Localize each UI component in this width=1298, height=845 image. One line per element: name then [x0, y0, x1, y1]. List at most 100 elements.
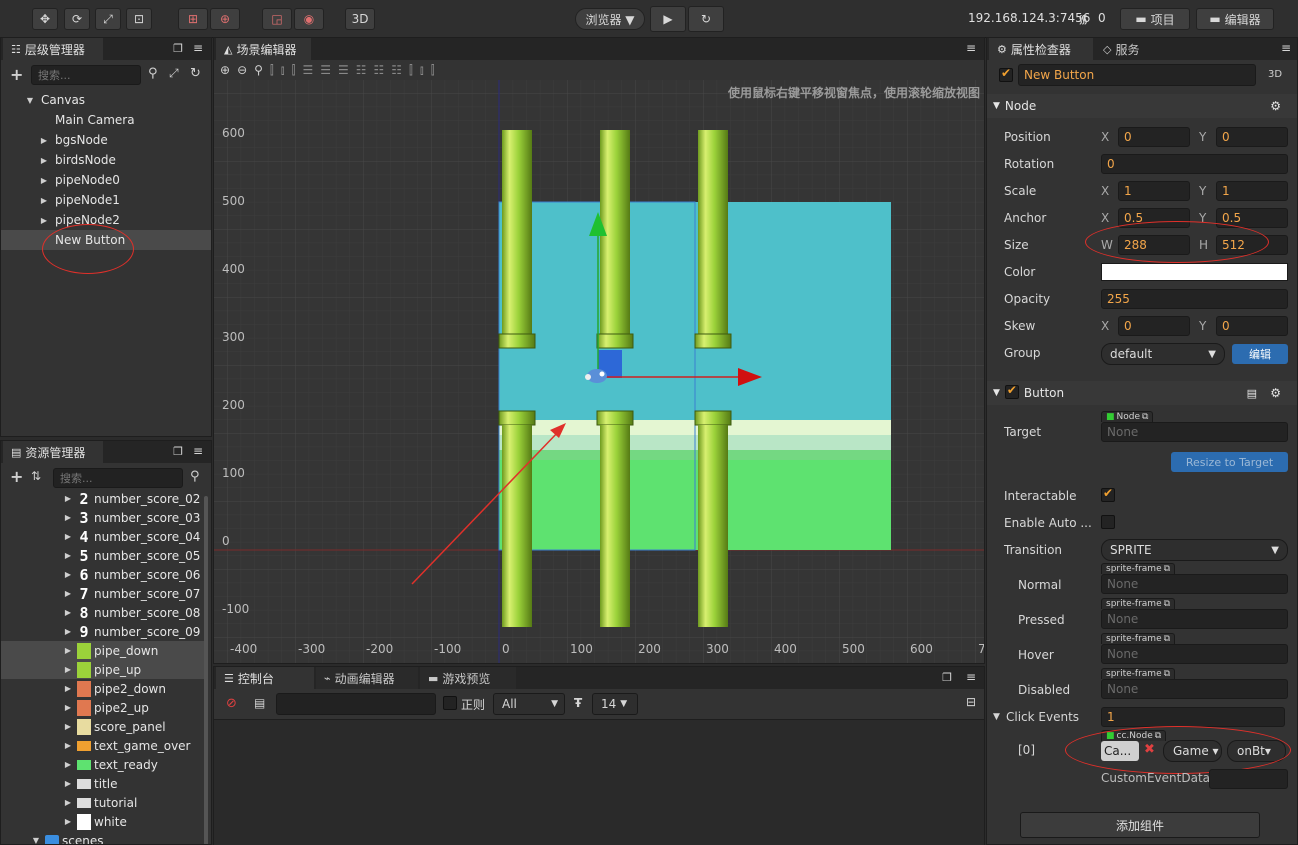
console-filter-input[interactable] — [276, 693, 436, 715]
collapsed-arrow-icon[interactable]: ▶ — [63, 779, 73, 788]
button-enabled-checkbox[interactable] — [1004, 383, 1019, 402]
resize-to-target-button[interactable]: Resize to Target — [1171, 452, 1288, 472]
pivot-button[interactable]: ⊞ — [178, 8, 208, 30]
hierarchy-item[interactable]: Main Camera — [1, 110, 211, 130]
collapsed-arrow-icon[interactable]: ▶ — [63, 665, 73, 674]
button-settings-icon[interactable]: ⚙ — [1270, 386, 1281, 400]
scale-y-input[interactable]: 1 — [1216, 181, 1288, 201]
clear-console-icon[interactable]: ⊘ — [226, 696, 237, 711]
move-tool-button[interactable]: ✥ — [32, 8, 58, 30]
transition-select[interactable]: SPRITE ▼ — [1101, 539, 1288, 561]
asset-item[interactable]: ▶ tutorial — [1, 793, 205, 812]
asset-item[interactable]: ▶ score_panel — [1, 717, 205, 736]
sprite-frame-field[interactable]: None — [1101, 574, 1288, 594]
collapsed-arrow-icon[interactable]: ▶ — [63, 627, 73, 636]
rotate-tool-button[interactable]: ⟳ — [64, 8, 90, 30]
position-y-input[interactable]: 0 — [1216, 127, 1288, 147]
open-project-button[interactable]: ▬ 项目 — [1120, 8, 1190, 30]
open-editor-button[interactable]: ▬ 编辑器 — [1196, 8, 1274, 30]
gizmo-button[interactable]: ◉ — [294, 8, 324, 30]
tab-hierarchy[interactable]: ☷ 层级管理器 — [3, 38, 103, 60]
log-level-select[interactable]: All ▼ — [493, 693, 565, 715]
scene-menu-icon[interactable]: ≡ — [966, 41, 976, 55]
collapsed-arrow-icon[interactable]: ▶ — [39, 176, 49, 185]
collapsed-arrow-icon[interactable]: ▶ — [63, 646, 73, 655]
node-settings-icon[interactable]: ⚙ — [1270, 99, 1281, 113]
tab-assets[interactable]: ▤ 资源管理器 — [3, 441, 103, 463]
regex-checkbox[interactable] — [443, 696, 457, 713]
align-right-icon[interactable]: ⫿ — [292, 63, 296, 78]
rotation-input[interactable]: 0 — [1101, 154, 1288, 174]
collapsed-arrow-icon[interactable]: ▶ — [63, 703, 73, 712]
asset-item[interactable]: ▶ text_game_over — [1, 736, 205, 755]
button-doc-icon[interactable]: ▤ — [1247, 387, 1257, 400]
asset-item[interactable]: ▶ pipe2_up — [1, 698, 205, 717]
asset-item[interactable]: ▶ pipe2_down — [1, 679, 205, 698]
refresh-button[interactable]: ↻ — [688, 6, 724, 32]
sort-icon[interactable]: ⇅ — [31, 469, 41, 483]
hierarchy-item[interactable]: ▼ Canvas — [1, 90, 211, 110]
skew-y-input[interactable]: 0 — [1216, 316, 1288, 336]
search-icon[interactable]: ⚲ — [148, 66, 158, 81]
collapsed-arrow-icon[interactable]: ▶ — [39, 136, 49, 145]
custom-event-data-input[interactable] — [1209, 769, 1288, 789]
group-select[interactable]: default ▼ — [1101, 343, 1225, 365]
node-active-checkbox[interactable] — [999, 66, 1013, 85]
asset-item[interactable]: ▶ white — [1, 812, 205, 831]
align-hcenter-icon[interactable]: ⫾ — [281, 63, 285, 78]
asset-item[interactable]: ▶ pipe_down — [1, 641, 205, 660]
asset-item[interactable]: ▶ text_ready — [1, 755, 205, 774]
menu-icon[interactable]: ≡ — [193, 41, 203, 55]
collapsed-arrow-icon[interactable]: ▶ — [63, 608, 73, 617]
distribute-2-icon[interactable]: ☷ — [374, 63, 385, 77]
asset-item[interactable]: ▶ 6 number_score_06 — [1, 565, 205, 584]
position-x-input[interactable]: 0 — [1118, 127, 1190, 147]
font-size-select[interactable]: 14 ▼ — [592, 693, 638, 715]
inspector-menu-icon[interactable]: ≡ — [1281, 41, 1291, 55]
tab-console[interactable]: ☰ 控制台 — [216, 667, 314, 689]
expanded-arrow-icon[interactable]: ▼ — [25, 96, 35, 105]
scale-tool-button[interactable]: ⤢ — [95, 8, 121, 30]
snap-button[interactable]: ◲ — [262, 8, 292, 30]
hierarchy-search-input[interactable]: 搜索... — [31, 65, 141, 85]
zoom-out-icon[interactable]: ⊖ — [237, 63, 247, 77]
zoom-reset-icon[interactable]: ⚲ — [254, 63, 263, 77]
console-popout-icon[interactable]: ❐ — [942, 671, 952, 684]
asset-item[interactable]: ▶ 5 number_score_05 — [1, 546, 205, 565]
collapsed-arrow-icon[interactable]: ▶ — [39, 156, 49, 165]
asset-item[interactable]: ▶ 8 number_score_08 — [1, 603, 205, 622]
assets-menu-icon[interactable]: ≡ — [193, 444, 203, 458]
hierarchy-item[interactable]: ▶ birdsNode — [1, 150, 211, 170]
align-left-icon[interactable]: ⫿ — [270, 63, 274, 78]
collapsed-arrow-icon[interactable]: ▶ — [63, 589, 73, 598]
tab-inspector[interactable]: ⚙ 属性检查器 — [989, 38, 1093, 60]
align-top-icon[interactable]: ☰ — [302, 63, 313, 77]
zoom-in-icon[interactable]: ⊕ — [220, 63, 230, 77]
rect-tool-button[interactable]: ⊡ — [126, 8, 152, 30]
enable-auto-checkbox[interactable] — [1101, 515, 1115, 532]
asset-item[interactable]: ▶ 4 number_score_04 — [1, 527, 205, 546]
collapsed-arrow-icon[interactable]: ▶ — [63, 513, 73, 522]
tab-animation[interactable]: ⌁ 动画编辑器 — [316, 667, 418, 689]
refresh-icon[interactable]: ↻ — [190, 66, 201, 81]
asset-item[interactable]: ▼ scenes — [1, 831, 205, 844]
collapsed-arrow-icon[interactable]: ▶ — [39, 216, 49, 225]
node-section-header[interactable]: ▼ Node ⚙ — [987, 94, 1297, 118]
scene-viewport[interactable]: 使用鼠标右键平移视窗焦点，使用滚轮缩放视图 600 500 400 300 200 100… — [214, 80, 984, 663]
distribute-3-icon[interactable]: ☷ — [391, 63, 402, 77]
popout-icon[interactable]: ❐ — [173, 42, 183, 55]
hierarchy-item[interactable]: ▶ bgsNode — [1, 130, 211, 150]
console-menu-icon[interactable]: ≡ — [966, 670, 976, 684]
collapsed-arrow-icon[interactable]: ▶ — [63, 760, 73, 769]
distribute-6-icon[interactable]: ⫿ — [431, 63, 435, 78]
asset-item[interactable]: ▶ title — [1, 774, 205, 793]
button-section-header[interactable]: ▼ Button ▤ ⚙ — [987, 381, 1297, 405]
add-node-icon[interactable]: + — [10, 65, 23, 84]
scale-x-input[interactable]: 1 — [1118, 181, 1190, 201]
asset-item[interactable]: ▶ pipe_up — [1, 660, 205, 679]
tab-scene[interactable]: ◭ 场景编辑器 — [216, 38, 311, 60]
align-bottom-icon[interactable]: ☰ — [338, 63, 349, 77]
opacity-input[interactable]: 255 — [1101, 289, 1288, 309]
hierarchy-item[interactable]: ▶ pipeNode1 — [1, 190, 211, 210]
collapse-icon[interactable]: ⊟ — [966, 695, 976, 709]
